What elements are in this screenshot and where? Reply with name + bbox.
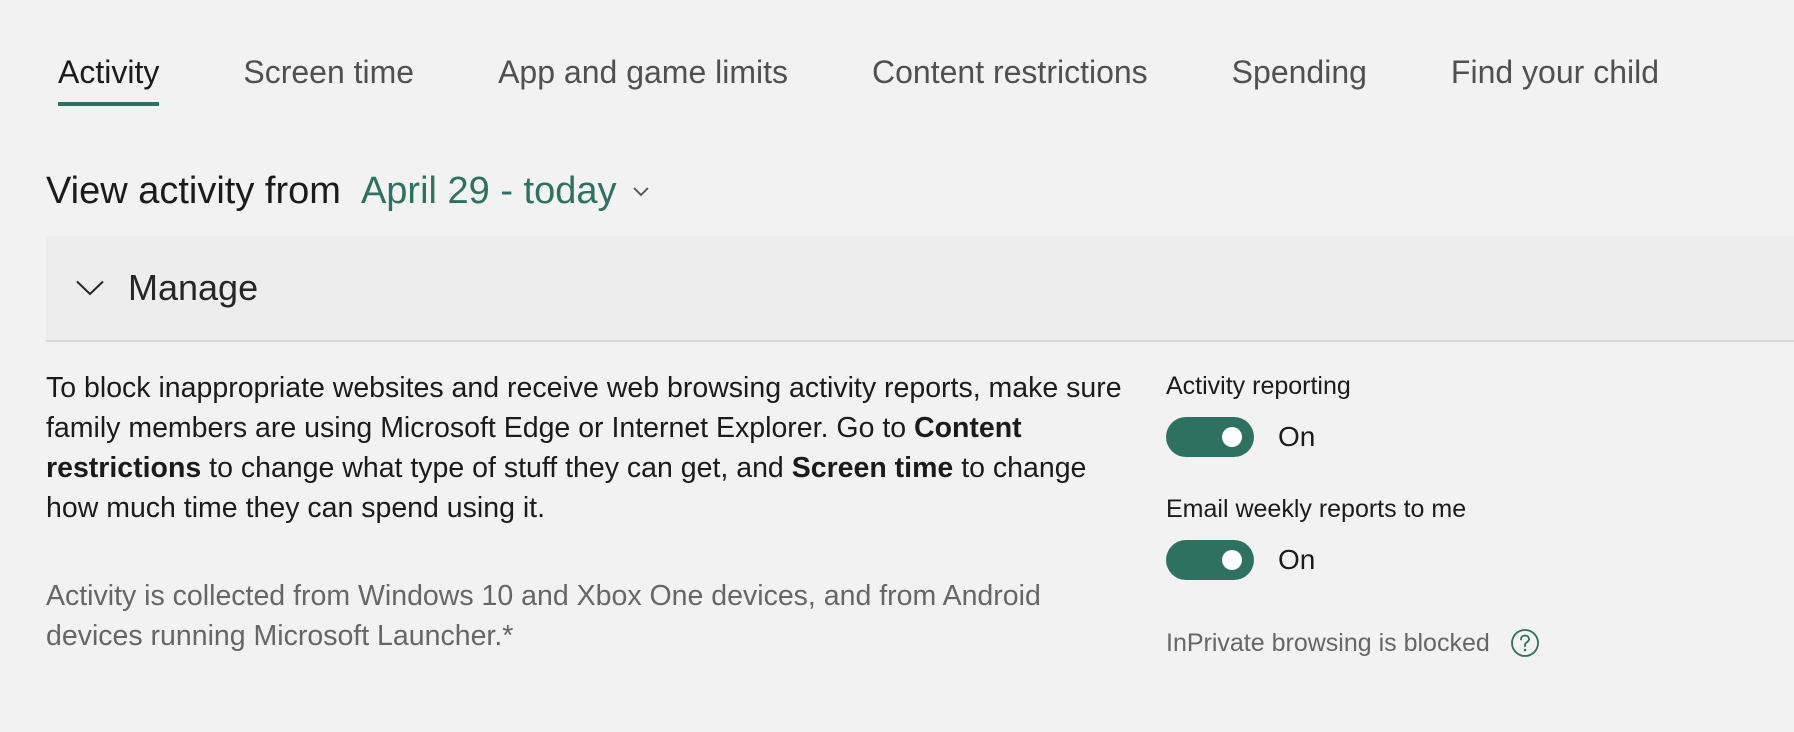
activity-settings: Activity reporting On Email weekly repor…: [1166, 372, 1540, 658]
tab-find-your-child-label: Find your child: [1450, 54, 1659, 90]
email-reports-setting: Email weekly reports to me On: [1166, 495, 1540, 580]
manage-title: Manage: [128, 267, 259, 308]
date-range-value: April 29 - today: [360, 170, 617, 212]
activity-reporting-toggle[interactable]: [1166, 417, 1254, 457]
email-reports-toggle-row: On: [1166, 540, 1540, 580]
browsing-description: To block inappropriate websites and rece…: [46, 368, 1136, 528]
activity-collection-note: Activity is collected from Windows 10 an…: [46, 580, 1041, 652]
inprivate-status-row: InPrivate browsing is blocked: [1166, 628, 1540, 658]
tab-spending-label: Spending: [1231, 54, 1367, 90]
activity-reporting-setting: Activity reporting On: [1166, 372, 1540, 457]
date-range-dropdown[interactable]: April 29 - today: [361, 170, 649, 213]
tab-activity-label: Activity: [58, 54, 160, 90]
description-text-2: to change what type of stuff they can ge…: [201, 452, 792, 484]
tab-bar: Activity Screen time App and game limits…: [46, 0, 1731, 110]
tab-content-restrictions[interactable]: Content restrictions: [860, 0, 1148, 106]
activity-reporting-toggle-row: On: [1166, 417, 1540, 457]
chevron-down-icon: [632, 186, 649, 196]
help-circle-icon[interactable]: [1510, 628, 1540, 658]
chevron-down-icon: [76, 280, 104, 296]
tab-activity[interactable]: Activity: [46, 0, 160, 106]
toggle-knob: [1222, 550, 1242, 570]
inprivate-status-text: InPrivate browsing is blocked: [1166, 628, 1490, 657]
tab-app-and-game-limits[interactable]: App and game limits: [486, 0, 788, 106]
tab-spending[interactable]: Spending: [1220, 0, 1367, 106]
activity-reporting-state: On: [1278, 421, 1316, 452]
activity-reporting-label: Activity reporting: [1166, 372, 1351, 400]
tab-screen-time[interactable]: Screen time: [231, 0, 414, 106]
view-activity-row: View activity from April 29 - today: [46, 170, 649, 213]
view-activity-label: View activity from: [46, 170, 341, 212]
manage-section-toggle[interactable]: Manage: [46, 236, 1794, 342]
tab-app-and-game-limits-label: App and game limits: [498, 54, 788, 90]
tab-find-your-child[interactable]: Find your child: [1439, 0, 1659, 106]
tab-screen-time-label: Screen time: [243, 54, 415, 90]
tab-content-restrictions-label: Content restrictions: [872, 54, 1148, 90]
email-reports-toggle[interactable]: [1166, 540, 1254, 580]
email-reports-label: Email weekly reports to me: [1166, 495, 1467, 523]
email-reports-state: On: [1278, 544, 1316, 575]
screen-time-emphasis: Screen time: [791, 452, 954, 484]
toggle-knob: [1222, 427, 1242, 447]
